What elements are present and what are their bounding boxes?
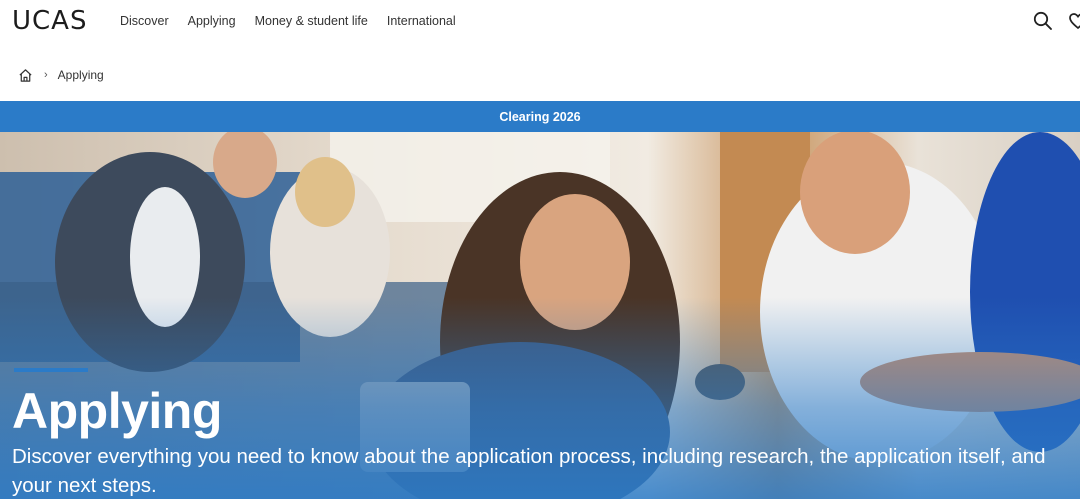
page-title: Applying [12, 383, 222, 439]
breadcrumb-separator: › [44, 69, 48, 81]
nav-item-international[interactable]: International [387, 14, 456, 28]
nav-item-money-student-life[interactable]: Money & student life [255, 14, 368, 28]
heart-icon[interactable] [1068, 11, 1080, 31]
site-header: UCAS Discover Applying Money & student l… [0, 0, 1080, 44]
home-icon[interactable] [18, 68, 33, 83]
breadcrumb: › Applying [18, 66, 104, 84]
ucas-logo[interactable]: UCAS [12, 6, 87, 36]
clearing-link[interactable]: Clearing 2026 [499, 110, 580, 124]
nav-item-applying[interactable]: Applying [188, 14, 236, 28]
hero-accent-bar [14, 368, 88, 372]
breadcrumb-current: Applying [57, 68, 104, 82]
search-icon[interactable] [1033, 11, 1053, 31]
nav-item-discover[interactable]: Discover [120, 14, 169, 28]
hero-subtitle: Discover everything you need to know abo… [12, 445, 1046, 497]
main-nav: Discover Applying Money & student life I… [120, 14, 475, 28]
clearing-banner: Clearing 2026 [0, 101, 1080, 132]
hero-section: Applying Discover everything you need to… [0, 132, 1080, 499]
